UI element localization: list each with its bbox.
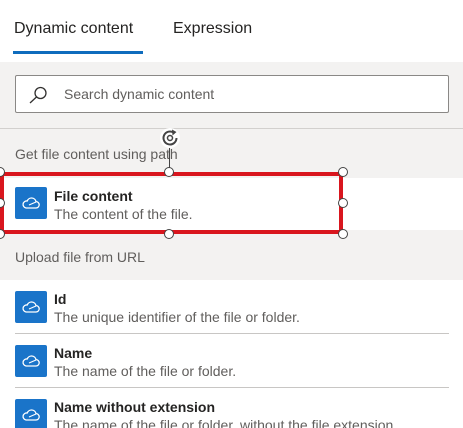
- list-item-file-content[interactable]: File content The content of the file.: [0, 178, 463, 230]
- resize-handle-bottom-right[interactable]: [338, 229, 348, 239]
- search-divider: [0, 128, 463, 129]
- cloud-icon: [15, 399, 47, 428]
- item-description: The content of the file.: [54, 206, 193, 222]
- row-divider: [15, 333, 449, 334]
- item-title-name-without-extension[interactable]: Name without extension: [54, 399, 215, 415]
- item-description-id: The unique identifier of the file or fol…: [54, 309, 300, 325]
- cloud-icon: [15, 187, 47, 219]
- item-description-name: The name of the file or folder.: [54, 363, 237, 379]
- cloud-icon: [15, 345, 47, 377]
- search-input[interactable]: [64, 84, 434, 104]
- resize-handle-bottom[interactable]: [164, 229, 174, 239]
- item-title-name[interactable]: Name: [54, 345, 92, 361]
- tab-dynamic-content[interactable]: Dynamic content: [14, 20, 133, 38]
- search-icon: [29, 86, 47, 104]
- item-description-name-without-extension: The name of the file or folder, without …: [54, 417, 398, 428]
- resize-handle-top[interactable]: [164, 167, 174, 177]
- rotate-handle-icon[interactable]: [159, 127, 181, 149]
- section-header-upload-file-from-url: Upload file from URL: [15, 249, 145, 265]
- cloud-icon: [15, 291, 47, 323]
- row-divider: [15, 387, 449, 388]
- tab-expression[interactable]: Expression: [173, 20, 252, 38]
- item-title: File content: [54, 188, 133, 204]
- section-header-get-file-content: Get file content using path: [15, 146, 178, 162]
- item-title-id[interactable]: Id: [54, 291, 66, 307]
- resize-handle-right[interactable]: [338, 198, 348, 208]
- search-box[interactable]: [15, 75, 449, 113]
- active-tab-indicator: [13, 51, 143, 54]
- resize-handle-top-right[interactable]: [338, 167, 348, 177]
- tab-bar: Dynamic content Expression: [0, 0, 463, 60]
